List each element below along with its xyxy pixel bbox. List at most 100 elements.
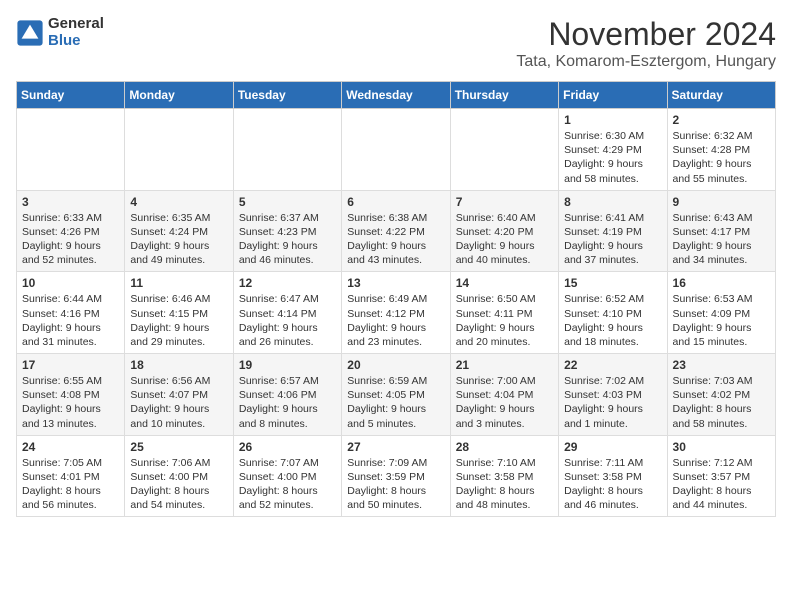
day-info: Sunrise: 7:07 AM Sunset: 4:00 PM Dayligh… (239, 456, 336, 513)
calendar-cell: 24 Sunrise: 7:05 AM Sunset: 4:01 PM Dayli… (17, 435, 125, 517)
day-number: 21 (456, 358, 553, 372)
day-number: 22 (564, 358, 661, 372)
day-info: Sunrise: 6:32 AM Sunset: 4:28 PM Dayligh… (673, 129, 770, 186)
day-number: 8 (564, 195, 661, 209)
day-number: 9 (673, 195, 770, 209)
logo-icon (16, 19, 44, 47)
logo-text: General Blue (48, 16, 104, 49)
header-saturday: Saturday (667, 82, 775, 109)
calendar-cell: 27 Sunrise: 7:09 AM Sunset: 3:59 PM Dayli… (342, 435, 450, 517)
day-info: Sunrise: 7:10 AM Sunset: 3:58 PM Dayligh… (456, 456, 553, 513)
day-info: Sunrise: 7:11 AM Sunset: 3:58 PM Dayligh… (564, 456, 661, 513)
calendar-cell: 10Sunrise: 6:44 AM Sunset: 4:16 PM Dayli… (17, 272, 125, 354)
calendar-cell: 2Sunrise: 6:32 AM Sunset: 4:28 PM Daylig… (667, 109, 775, 191)
header-sunday: Sunday (17, 82, 125, 109)
day-number: 5 (239, 195, 336, 209)
day-info: Sunrise: 7:05 AM Sunset: 4:01 PM Dayligh… (22, 456, 119, 513)
calendar-cell: 18Sunrise: 6:56 AM Sunset: 4:07 PM Dayli… (125, 354, 233, 436)
day-info: Sunrise: 6:46 AM Sunset: 4:15 PM Dayligh… (130, 292, 227, 349)
calendar-header: Sunday Monday Tuesday Wednesday Thursday… (17, 82, 776, 109)
calendar-cell: 4 Sunrise: 6:35 AM Sunset: 4:24 PM Daylig… (125, 190, 233, 272)
calendar-cell: 22 Sunrise: 7:02 AM Sunset: 4:03 PM Dayli… (559, 354, 667, 436)
calendar-cell: 26 Sunrise: 7:07 AM Sunset: 4:00 PM Dayli… (233, 435, 341, 517)
calendar-cell: 21Sunrise: 7:00 AM Sunset: 4:04 PM Dayli… (450, 354, 558, 436)
day-info: Sunrise: 7:12 AM Sunset: 3:57 PM Dayligh… (673, 456, 770, 513)
calendar-week-5: 24 Sunrise: 7:05 AM Sunset: 4:01 PM Dayli… (17, 435, 776, 517)
day-info: Sunrise: 7:02 AM Sunset: 4:03 PM Dayligh… (564, 374, 661, 431)
calendar-cell: 17 Sunrise: 6:55 AM Sunset: 4:08 PM Dayli… (17, 354, 125, 436)
day-number: 12 (239, 276, 336, 290)
day-number: 20 (347, 358, 444, 372)
day-number: 6 (347, 195, 444, 209)
day-number: 4 (130, 195, 227, 209)
calendar-cell: 23Sunrise: 7:03 AM Sunset: 4:02 PM Dayli… (667, 354, 775, 436)
day-info: Sunrise: 6:57 AM Sunset: 4:06 PM Dayligh… (239, 374, 336, 431)
page-header: General Blue November 2024 Tata, Komarom… (16, 16, 776, 71)
day-number: 30 (673, 440, 770, 454)
day-info: Sunrise: 6:56 AM Sunset: 4:07 PM Dayligh… (130, 374, 227, 431)
day-info: Sunrise: 6:55 AM Sunset: 4:08 PM Dayligh… (22, 374, 119, 431)
header-tuesday: Tuesday (233, 82, 341, 109)
logo-general: General (48, 16, 104, 33)
calendar-cell: 9 Sunrise: 6:43 AM Sunset: 4:17 PM Daylig… (667, 190, 775, 272)
calendar-cell: 25Sunrise: 7:06 AM Sunset: 4:00 PM Dayli… (125, 435, 233, 517)
day-number: 11 (130, 276, 227, 290)
calendar-cell: 16 Sunrise: 6:53 AM Sunset: 4:09 PM Dayli… (667, 272, 775, 354)
logo-blue: Blue (48, 33, 104, 50)
day-number: 27 (347, 440, 444, 454)
day-info: Sunrise: 6:35 AM Sunset: 4:24 PM Dayligh… (130, 211, 227, 268)
calendar-cell: 20 Sunrise: 6:59 AM Sunset: 4:05 PM Dayli… (342, 354, 450, 436)
day-info: Sunrise: 6:49 AM Sunset: 4:12 PM Dayligh… (347, 292, 444, 349)
calendar-week-1: 1Sunrise: 6:30 AM Sunset: 4:29 PM Daylig… (17, 109, 776, 191)
day-info: Sunrise: 6:44 AM Sunset: 4:16 PM Dayligh… (22, 292, 119, 349)
calendar-cell: 13Sunrise: 6:49 AM Sunset: 4:12 PM Dayli… (342, 272, 450, 354)
day-number: 7 (456, 195, 553, 209)
calendar-cell: 1Sunrise: 6:30 AM Sunset: 4:29 PM Daylig… (559, 109, 667, 191)
header-friday: Friday (559, 82, 667, 109)
day-number: 3 (22, 195, 119, 209)
calendar-cell: 12Sunrise: 6:47 AM Sunset: 4:14 PM Dayli… (233, 272, 341, 354)
header-row: Sunday Monday Tuesday Wednesday Thursday… (17, 82, 776, 109)
title-block: November 2024 Tata, Komarom-Esztergom, H… (516, 16, 776, 71)
day-info: Sunrise: 6:33 AM Sunset: 4:26 PM Dayligh… (22, 211, 119, 268)
calendar-cell: 19Sunrise: 6:57 AM Sunset: 4:06 PM Dayli… (233, 354, 341, 436)
calendar-cell (450, 109, 558, 191)
header-wednesday: Wednesday (342, 82, 450, 109)
calendar-cell: 6 Sunrise: 6:38 AM Sunset: 4:22 PM Daylig… (342, 190, 450, 272)
calendar-cell: 28 Sunrise: 7:10 AM Sunset: 3:58 PM Dayli… (450, 435, 558, 517)
day-info: Sunrise: 6:53 AM Sunset: 4:09 PM Dayligh… (673, 292, 770, 349)
day-info: Sunrise: 6:38 AM Sunset: 4:22 PM Dayligh… (347, 211, 444, 268)
calendar-cell: 5Sunrise: 6:37 AM Sunset: 4:23 PM Daylig… (233, 190, 341, 272)
calendar-cell: 15Sunrise: 6:52 AM Sunset: 4:10 PM Dayli… (559, 272, 667, 354)
day-info: Sunrise: 6:59 AM Sunset: 4:05 PM Dayligh… (347, 374, 444, 431)
day-number: 14 (456, 276, 553, 290)
subtitle: Tata, Komarom-Esztergom, Hungary (516, 53, 776, 71)
logo: General Blue (16, 16, 104, 49)
day-info: Sunrise: 6:43 AM Sunset: 4:17 PM Dayligh… (673, 211, 770, 268)
calendar-cell: 29 Sunrise: 7:11 AM Sunset: 3:58 PM Dayli… (559, 435, 667, 517)
calendar-cell (17, 109, 125, 191)
day-info: Sunrise: 6:30 AM Sunset: 4:29 PM Dayligh… (564, 129, 661, 186)
calendar-cell: 30 Sunrise: 7:12 AM Sunset: 3:57 PM Dayli… (667, 435, 775, 517)
day-info: Sunrise: 7:06 AM Sunset: 4:00 PM Dayligh… (130, 456, 227, 513)
calendar-week-4: 17 Sunrise: 6:55 AM Sunset: 4:08 PM Dayli… (17, 354, 776, 436)
day-info: Sunrise: 6:52 AM Sunset: 4:10 PM Dayligh… (564, 292, 661, 349)
day-number: 29 (564, 440, 661, 454)
main-title: November 2024 (516, 16, 776, 53)
calendar-week-2: 3 Sunrise: 6:33 AM Sunset: 4:26 PM Daylig… (17, 190, 776, 272)
calendar-cell (125, 109, 233, 191)
day-info: Sunrise: 6:50 AM Sunset: 4:11 PM Dayligh… (456, 292, 553, 349)
calendar-cell (342, 109, 450, 191)
day-number: 24 (22, 440, 119, 454)
calendar-table: Sunday Monday Tuesday Wednesday Thursday… (16, 81, 776, 517)
day-number: 23 (673, 358, 770, 372)
calendar-cell: 3 Sunrise: 6:33 AM Sunset: 4:26 PM Daylig… (17, 190, 125, 272)
day-number: 26 (239, 440, 336, 454)
header-monday: Monday (125, 82, 233, 109)
day-number: 16 (673, 276, 770, 290)
day-info: Sunrise: 7:09 AM Sunset: 3:59 PM Dayligh… (347, 456, 444, 513)
day-number: 17 (22, 358, 119, 372)
calendar-cell (233, 109, 341, 191)
day-number: 28 (456, 440, 553, 454)
calendar-body: 1Sunrise: 6:30 AM Sunset: 4:29 PM Daylig… (17, 109, 776, 517)
